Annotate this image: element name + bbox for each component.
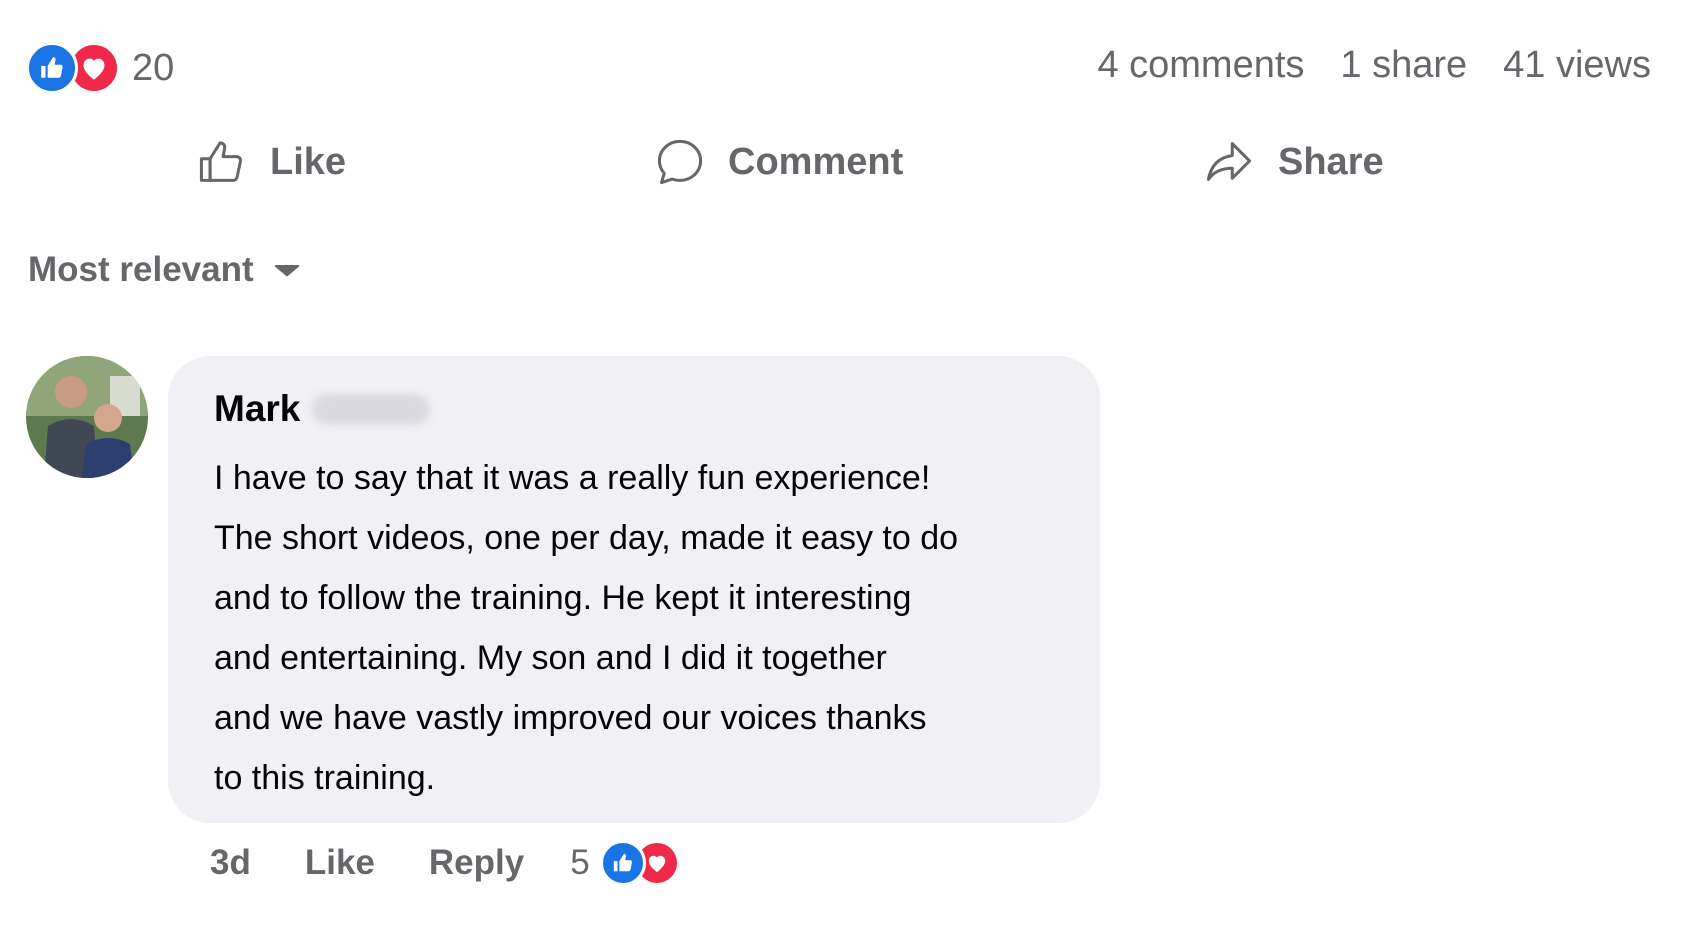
reactions-summary[interactable]: 20 — [26, 42, 175, 94]
comment-reply-button[interactable]: Reply — [429, 843, 524, 883]
comment-author[interactable]: Mark — [214, 388, 431, 430]
like-reaction-icon — [26, 42, 78, 94]
comments-count-link[interactable]: 4 comments — [1097, 44, 1304, 87]
comment-body: I have to say that it was a really fun e… — [214, 448, 1074, 808]
share-button-label: Share — [1278, 140, 1384, 183]
sort-label: Most relevant — [28, 250, 254, 289]
views-count: 41 views — [1503, 44, 1651, 86]
shares-count-link[interactable]: 1 share — [1340, 44, 1467, 87]
like-reaction-icon — [599, 840, 646, 886]
post-stats: 4 comments 1 share 41 views — [1097, 44, 1651, 87]
like-button-label: Like — [270, 140, 347, 183]
comment-sort-dropdown[interactable]: Most relevant — [28, 250, 300, 290]
comment-line: and to follow the training. He kept it i… — [214, 579, 912, 617]
comment-meta: 3d Like Reply 5 — [210, 840, 680, 886]
blurred-surname — [312, 394, 431, 424]
comment-timestamp[interactable]: 3d — [210, 843, 251, 883]
share-button[interactable]: Share — [1202, 132, 1384, 192]
thumbs-up-icon — [199, 141, 242, 182]
reaction-count: 20 — [132, 46, 175, 89]
comment-line: and entertaining. My son and I did it to… — [214, 639, 887, 677]
comment-line: The short videos, one per day, made it e… — [214, 519, 959, 557]
like-button[interactable]: Like — [196, 132, 346, 192]
comment-line: I have to say that it was a really fun e… — [214, 459, 931, 497]
comment-reaction-count: 5 — [570, 843, 590, 882]
speech-bubble-icon — [657, 139, 703, 185]
comment-line: and we have vastly improved our voices t… — [214, 699, 927, 737]
share-arrow-icon — [1206, 142, 1252, 181]
comment-like-button[interactable]: Like — [305, 843, 375, 883]
comment-line: to this training. — [214, 759, 436, 797]
author-name[interactable]: Mark — [214, 388, 300, 430]
comment-button[interactable]: Comment — [654, 132, 903, 192]
comment-button-label: Comment — [728, 140, 904, 183]
caret-down-icon — [274, 265, 299, 277]
commenter-avatar[interactable] — [26, 356, 148, 478]
comment-reactions[interactable]: 5 — [570, 840, 680, 886]
